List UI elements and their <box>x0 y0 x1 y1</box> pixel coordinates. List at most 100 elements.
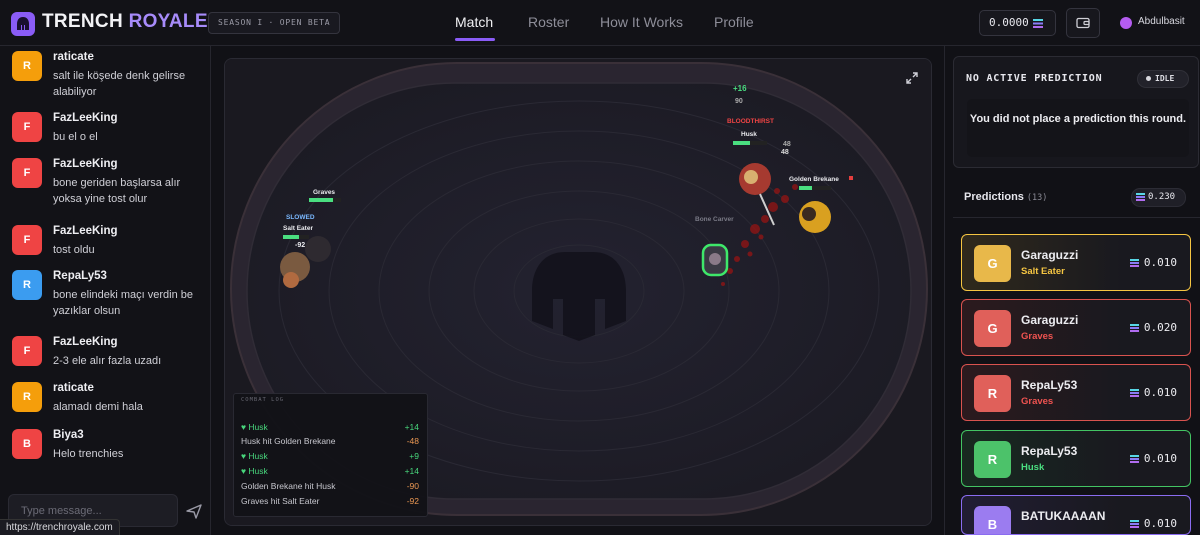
hp-bar-salt-eater <box>283 235 299 239</box>
send-icon[interactable] <box>185 503 203 519</box>
fighter-bone-carver-sprite <box>701 243 729 277</box>
chat-username[interactable]: FazLeeKing <box>53 112 118 124</box>
chat-text: bone elindeki maçı verdin be yazıklar ol… <box>53 289 194 317</box>
sol-coin-icon <box>1129 324 1139 332</box>
predicted-fighter: Graves <box>1021 331 1054 342</box>
chat-username[interactable]: raticate <box>53 51 94 63</box>
idle-dot-icon <box>1146 76 1151 81</box>
status-slowed: SLOWED <box>286 214 315 221</box>
prediction-card[interactable]: G Garaguzzi Graves 0.020 <box>961 299 1191 356</box>
prediction-card[interactable]: R RepaLy53 Husk 0.010 <box>961 430 1191 487</box>
prediction-amount: 0.010 <box>1129 386 1177 399</box>
combat-log-value: +14 <box>404 422 419 432</box>
chat-text: tost oldu <box>53 244 95 256</box>
combat-log: COMBAT LOG ♥ Husk +14 Husk hit Golden Brek… <box>233 393 428 517</box>
avatar[interactable]: R <box>12 270 42 300</box>
float-heal: +16 <box>733 84 747 93</box>
predicted-fighter: Graves <box>1021 396 1054 407</box>
status-bloodthirst: BLOODTHIRST <box>727 118 774 125</box>
chat-text: salt ile köşede denk gelirse alabiliyor <box>53 70 186 98</box>
balance-value: 0.0000 <box>989 16 1029 29</box>
avatar[interactable]: F <box>12 158 42 188</box>
prediction-card[interactable]: B BATUKAAAAN 0.010 <box>961 495 1191 535</box>
nav-match[interactable]: Match <box>455 14 493 30</box>
predicted-fighter: Salt Eater <box>1021 266 1065 277</box>
nav-how-it-works[interactable]: How It Works <box>600 14 683 30</box>
sol-coin-icon <box>1129 520 1139 528</box>
avatar[interactable]: F <box>12 225 42 255</box>
chat-username[interactable]: RepaLy53 <box>53 270 107 282</box>
combat-log-entry: ♥ Husk +9 <box>241 451 419 461</box>
avatar[interactable]: B <box>12 429 42 459</box>
combat-log-entry: Graves hit Salt Eater -92 <box>241 496 419 506</box>
chat-username[interactable]: FazLeeKing <box>53 225 118 237</box>
combat-log-title: COMBAT LOG <box>241 397 285 403</box>
prediction-amount: 0.010 <box>1129 517 1177 530</box>
combat-log-entry: Husk hit Golden Brekane -48 <box>241 436 419 446</box>
chat-username[interactable]: raticate <box>53 382 94 394</box>
avatar: R <box>974 441 1011 478</box>
chat-username[interactable]: FazLeeKing <box>53 336 118 348</box>
chat-username[interactable]: Biya3 <box>53 429 84 441</box>
fighter-label-bone-carver: Bone Carver <box>695 216 734 223</box>
avatar[interactable]: R <box>12 51 42 81</box>
combat-log-value: +9 <box>409 451 419 461</box>
sol-coin-icon <box>1032 18 1043 28</box>
chat-text: alamadı demi hala <box>53 401 143 413</box>
chat-panel: Rraticate salt ile köşede denk gelirse al… <box>0 46 211 535</box>
predicted-fighter: Husk <box>1021 462 1045 473</box>
fighter-label-husk: Husk <box>741 131 757 138</box>
prediction-card[interactable]: R RepaLy53 Graves 0.010 <box>961 364 1191 421</box>
hp-bar-husk <box>733 141 750 145</box>
combat-log-value: -90 <box>406 481 419 491</box>
predictions-total: 0.230 <box>1131 188 1186 207</box>
float-dmg-3: -92 <box>295 242 305 249</box>
avatar: G <box>974 310 1011 347</box>
username[interactable]: Abdulbasit <box>1138 16 1185 27</box>
chat-text: 2-3 ele alır fazla uzadı <box>53 355 162 367</box>
predictor-name: Garaguzzi <box>1021 313 1079 327</box>
avatar[interactable]: F <box>12 112 42 142</box>
sol-coin-icon <box>1129 389 1139 397</box>
sol-coin-icon <box>1129 455 1139 463</box>
nav-roster[interactable]: Roster <box>528 14 569 30</box>
wallet-balance: 0.0000 <box>979 10 1056 36</box>
fighter-golden-brekane-sprite <box>799 201 831 233</box>
status-badge: IDLE <box>1137 70 1189 88</box>
predictor-name: Garaguzzi <box>1021 248 1079 262</box>
chat-username[interactable]: FazLeeKing <box>53 158 118 170</box>
float-dmg-2: 48 <box>781 149 789 156</box>
user-avatar[interactable] <box>1120 17 1132 29</box>
combat-log-value: -92 <box>406 496 419 506</box>
combat-log-entry: ♥ Husk +14 <box>241 466 419 476</box>
brand-name[interactable]: TRENCH ROYALE <box>42 11 208 33</box>
combat-log-value: -48 <box>406 436 419 446</box>
avatar: R <box>974 375 1011 412</box>
prediction-card[interactable]: G Garaguzzi Salt Eater 0.010 <box>961 234 1191 291</box>
combat-log-entry: Golden Brekane hit Husk -90 <box>241 481 419 491</box>
avatar[interactable]: F <box>12 336 42 366</box>
predictions-heading: Predictions (13) <box>964 191 1048 203</box>
combat-log-entry: ♥ Husk +14 <box>241 422 419 432</box>
status-marker <box>849 176 853 180</box>
spartan-helmet-logo-icon[interactable] <box>11 12 35 36</box>
prediction-status-title: NO ACTIVE PREDICTION <box>966 73 1103 84</box>
avatar: B <box>974 506 1011 534</box>
chat-text: bu el o el <box>53 131 98 143</box>
active-prediction-card: NO ACTIVE PREDICTION IDLE You did not pl… <box>953 56 1199 168</box>
wallet-button[interactable] <box>1066 8 1100 38</box>
expand-icon[interactable] <box>904 70 920 86</box>
hp-bar-golden-brekane <box>799 186 812 190</box>
chat-text: bone geriden başlarsa alır yoksa yine to… <box>53 177 181 205</box>
predictor-name: RepaLy53 <box>1021 378 1078 392</box>
top-bar: TRENCH ROYALE SEASON I · OPEN BETA Match… <box>0 0 1200 46</box>
hp-bar-graves <box>309 198 333 202</box>
fighter-label-golden-brekane: Golden Brekane <box>789 176 839 183</box>
chat-text: Helo trenchies <box>53 448 124 460</box>
predictor-name: RepaLy53 <box>1021 444 1078 458</box>
nav-profile[interactable]: Profile <box>714 14 754 30</box>
combat-log-value: +14 <box>404 466 419 476</box>
avatar: G <box>974 245 1011 282</box>
avatar[interactable]: R <box>12 382 42 412</box>
predictions-count: (13) <box>1026 193 1048 203</box>
